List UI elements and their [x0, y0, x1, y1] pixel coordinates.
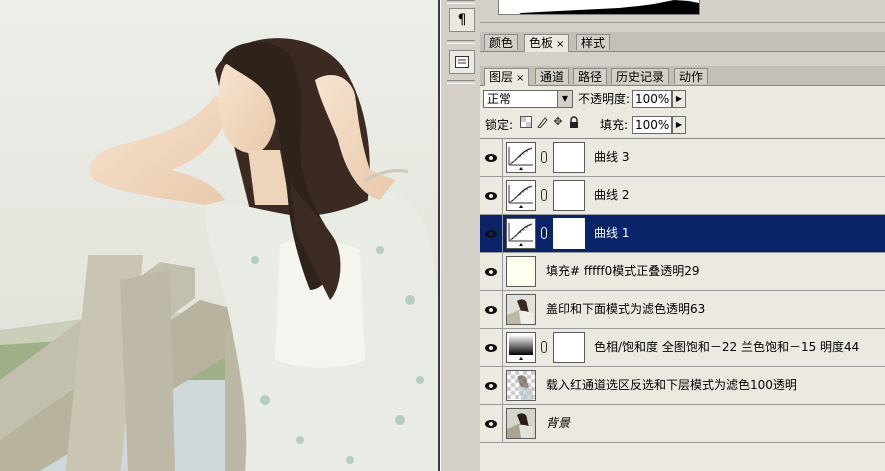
layer-row-stamp[interactable]: 盖印和下面模式为滤色透明63: [480, 291, 885, 329]
tab-history[interactable]: 历史记录: [611, 68, 670, 84]
link-icon[interactable]: [541, 151, 547, 163]
visibility-toggle[interactable]: [480, 177, 503, 214]
layer-row-curves-2[interactable]: 曲线 2: [480, 177, 885, 215]
eye-icon: [485, 419, 497, 428]
move-icon[interactable]: ✥: [552, 116, 564, 128]
layer-name[interactable]: 曲线 3: [594, 149, 629, 165]
blend-mode-value: 正常: [487, 92, 512, 106]
right-panels: 颜色 色板 × 样式 图层 × 通道 路径 历史记录 动作 正常 ▼ 不透明度: 1…: [480, 0, 885, 471]
curves-adjustment-icon: [506, 218, 536, 249]
layer-name[interactable]: 填充# fffff0模式正叠透明29: [546, 263, 700, 279]
layer-name[interactable]: 背景: [546, 415, 570, 431]
histogram-box: [498, 0, 700, 15]
link-icon[interactable]: [541, 189, 547, 201]
eye-icon: [485, 229, 497, 238]
lock-options-row: 锁定: ✥ 填充: 100% ▶: [480, 112, 885, 139]
tab-actions[interactable]: 动作: [674, 68, 709, 84]
link-icon[interactable]: [541, 227, 547, 239]
close-icon[interactable]: ×: [556, 39, 564, 50]
dock-separator: [447, 80, 475, 84]
histogram-panel: [480, 0, 885, 23]
document-canvas[interactable]: [0, 0, 440, 471]
visibility-toggle[interactable]: [480, 215, 503, 252]
eye-icon: [485, 191, 497, 200]
color-tab-row: 颜色 色板 × 样式: [480, 32, 885, 52]
curves-adjustment-icon: [506, 142, 536, 173]
layer-name[interactable]: 曲线 1: [594, 225, 629, 241]
photo-thumbnail: [506, 408, 536, 439]
eye-icon: [485, 153, 497, 162]
paragraph-icon[interactable]: ¶: [449, 8, 475, 32]
tab-channels[interactable]: 通道: [535, 68, 570, 84]
eye-icon: [485, 381, 497, 390]
histogram-graph: [499, 0, 699, 14]
curves-adjustment-icon: [506, 180, 536, 211]
transparent-photo-thumbnail: [506, 370, 536, 401]
fill-arrow-button[interactable]: ▶: [672, 116, 686, 134]
eye-icon: [485, 343, 497, 352]
panel-dock: ¶: [440, 0, 481, 471]
photo-thumbnail: [506, 294, 536, 325]
brush-icon[interactable]: [536, 116, 548, 129]
opacity-arrow-button[interactable]: ▶: [672, 90, 686, 108]
eye-icon: [485, 305, 497, 314]
visibility-toggle[interactable]: [480, 139, 503, 176]
layer-row-red-channel[interactable]: 载入红通道选区反选和下层模式为滤色100透明: [480, 367, 885, 405]
tab-layers[interactable]: 图层 ×: [484, 68, 530, 86]
layer-row-curves-3[interactable]: 曲线 3: [480, 139, 885, 177]
close-icon[interactable]: ×: [516, 73, 524, 84]
layer-mask-thumbnail[interactable]: [553, 218, 585, 249]
layer-row-background[interactable]: 背景: [480, 405, 885, 443]
visibility-toggle[interactable]: [480, 253, 503, 290]
opacity-input[interactable]: 100%: [632, 90, 672, 108]
layers-tab-row: 图层 × 通道 路径 历史记录 动作: [480, 66, 885, 86]
fill-label: 填充:: [600, 118, 629, 132]
tab-swatches[interactable]: 色板 ×: [524, 34, 570, 52]
blend-options-row: 正常 ▼ 不透明度: 100% ▶: [480, 86, 885, 112]
hue-saturation-adjustment-icon: [506, 332, 536, 363]
layer-name[interactable]: 色相/饱和度 全图饱和－22 兰色饱和－15 明度44: [594, 339, 859, 355]
chevron-down-icon[interactable]: ▼: [557, 91, 572, 107]
layer-row-hue-saturation[interactable]: 色相/饱和度 全图饱和－22 兰色饱和－15 明度44: [480, 329, 885, 367]
layer-row-curves-1[interactable]: 曲线 1: [480, 215, 885, 253]
eye-icon: [485, 267, 497, 276]
photo-image: [0, 0, 440, 471]
visibility-toggle[interactable]: [480, 405, 503, 442]
fill-input[interactable]: 100%: [632, 116, 672, 134]
transparency-lock-icon[interactable]: [520, 116, 532, 128]
layer-name[interactable]: 载入红通道选区反选和下层模式为滤色100透明: [546, 377, 797, 393]
layer-mask-thumbnail[interactable]: [553, 332, 585, 363]
opacity-label: 不透明度:: [578, 92, 631, 106]
tab-paths[interactable]: 路径: [573, 68, 608, 84]
link-icon[interactable]: [541, 341, 547, 353]
layer-row-fill[interactable]: 填充# fffff0模式正叠透明29: [480, 253, 885, 291]
blend-mode-select[interactable]: 正常 ▼: [483, 90, 573, 108]
panel-glyph-icon: [455, 56, 469, 68]
dock-separator: [447, 0, 475, 4]
fill-color-thumbnail: [506, 256, 536, 287]
layer-name[interactable]: 曲线 2: [594, 187, 629, 203]
layer-mask-thumbnail[interactable]: [553, 180, 585, 211]
panel-icon[interactable]: [449, 50, 475, 74]
visibility-toggle[interactable]: [480, 329, 503, 366]
layer-name[interactable]: 盖印和下面模式为滤色透明63: [546, 301, 705, 317]
tab-color[interactable]: 颜色: [484, 34, 519, 50]
dock-separator: [447, 40, 475, 44]
lock-label: 锁定:: [485, 118, 514, 132]
visibility-toggle[interactable]: [480, 367, 503, 404]
lock-icon[interactable]: [568, 116, 580, 128]
layer-mask-thumbnail[interactable]: [553, 142, 585, 173]
layers-list: 曲线 3 曲线 2 曲线 1 填充# fffff0模式正叠透明29 盖印和下面模…: [480, 139, 885, 471]
visibility-toggle[interactable]: [480, 291, 503, 328]
tab-styles[interactable]: 样式: [576, 34, 611, 50]
